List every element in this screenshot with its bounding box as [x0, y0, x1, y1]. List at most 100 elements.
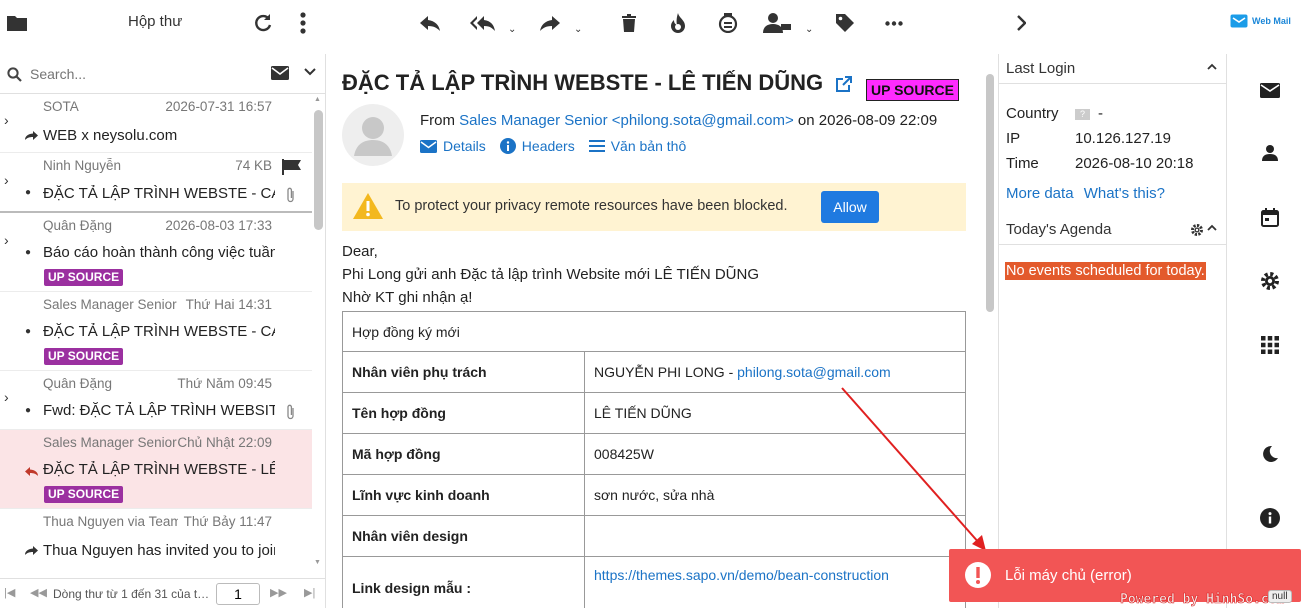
page-number-input[interactable]	[216, 583, 260, 605]
refresh-icon[interactable]	[248, 8, 278, 38]
search-input[interactable]	[30, 64, 260, 84]
contacts-icon[interactable]	[1259, 142, 1281, 164]
forward-caret-icon[interactable]: ⌄	[574, 24, 582, 35]
agenda-title: Today's Agenda	[1006, 221, 1112, 238]
envelope-filter-icon[interactable]	[271, 66, 289, 80]
contacts-caret-icon[interactable]: ⌄	[805, 24, 813, 35]
list-scrollbar[interactable]	[314, 110, 323, 230]
list-item[interactable]: Ninh Nguyễn 74 KB › ● ĐẶC TẢ LẬP TRÌNH W…	[0, 153, 312, 213]
row-value-text: NGUYỄN PHI LONG -	[594, 364, 738, 380]
no-events-message: No events scheduled for today.	[1005, 262, 1206, 280]
list-item[interactable]: Thua Nguyen via Teams Thứ Bảy 11:47 Thua…	[0, 509, 312, 568]
flag-icon[interactable]	[282, 159, 302, 175]
list-item[interactable]: Quân Đặng 2026-08-03 17:33 › ● Báo cáo h…	[0, 213, 312, 292]
message-scrollbar[interactable]	[986, 74, 994, 312]
list-item[interactable]: Quân Đặng Thứ Năm 09:45 › ● Fwd: ĐẶC TẢ …	[0, 371, 312, 430]
time-value: 2026-08-10 20:18	[1075, 155, 1194, 172]
message-subject: Fwd: ĐẶC TẢ LẬP TRÌNH WEBSITE	[43, 402, 275, 419]
null-badge: null	[1268, 590, 1292, 603]
lines-icon	[588, 140, 605, 152]
forward-icon[interactable]	[535, 8, 565, 38]
scroll-up-icon[interactable]: ▲	[314, 96, 321, 103]
list-item[interactable]: Sales Manager Senior Thứ Hai 14:31 ● ĐẶC…	[0, 292, 312, 371]
thread-chevron-icon[interactable]: ›	[4, 389, 9, 405]
message-from: Quân Đặng	[43, 218, 113, 233]
settings-icon[interactable]	[1259, 270, 1281, 292]
external-link-icon[interactable]	[835, 75, 853, 93]
last-page-icon[interactable]: ▶|	[304, 586, 315, 599]
first-page-icon[interactable]: |◀	[4, 586, 15, 599]
collapse-icon[interactable]	[1207, 224, 1217, 231]
dark-mode-icon[interactable]	[1259, 443, 1281, 465]
chevron-right-icon[interactable]	[1006, 8, 1036, 38]
more-icon[interactable]	[879, 8, 909, 38]
tag-icon[interactable]	[830, 8, 860, 38]
message-date: Thứ Bảy 11:47	[183, 514, 272, 529]
collapse-icon[interactable]	[1207, 63, 1217, 70]
plain-text-link[interactable]: Văn bản thô	[588, 138, 687, 154]
message-date: Chủ Nhật 22:09	[177, 435, 272, 450]
message-subject: Thua Nguyen has invited you to join	[43, 542, 275, 559]
attachment-icon	[286, 404, 296, 420]
reply-all-icon[interactable]	[468, 8, 498, 38]
body-line: Phi Long gửi anh Đặc tả lập trình Websit…	[342, 266, 760, 283]
headers-link[interactable]: Headers	[499, 138, 575, 154]
more-vertical-icon[interactable]	[288, 8, 318, 38]
pager-text: Dòng thư từ 1 đến 31 của tổng số	[53, 587, 211, 601]
next-page-icon[interactable]: ▶▶	[270, 586, 287, 599]
message-date: on 2026-08-09 22:09	[797, 112, 938, 129]
country-row: Country ? -	[1006, 105, 1103, 122]
plain-text-label: Văn bản thô	[610, 138, 687, 154]
email-link[interactable]: philong.sota@gmail.com	[737, 364, 891, 380]
reply-all-caret-icon[interactable]: ⌄	[508, 24, 516, 35]
gear-icon[interactable]	[1190, 223, 1204, 237]
sender-link[interactable]: Sales Manager Senior <philong.sota@gmail…	[459, 112, 794, 129]
thread-chevron-icon[interactable]: ›	[4, 112, 9, 128]
search-icon[interactable]	[7, 67, 22, 82]
message-date: 2026-07-31 16:57	[165, 99, 272, 114]
apps-grid-icon[interactable]	[1259, 334, 1281, 356]
list-item[interactable]: SOTA 2026-07-31 16:57 › WEB x neysolu.co…	[0, 94, 312, 153]
details-link[interactable]: Details	[420, 138, 486, 154]
reply-icon[interactable]	[415, 8, 445, 38]
body-line: Nhờ KT ghi nhận ạ!	[342, 289, 473, 306]
message-size: 74 KB	[235, 158, 272, 173]
row-key: Tên hợp đồng	[342, 392, 585, 434]
last-login-header[interactable]: Last Login	[999, 54, 1227, 84]
list-pager: |◀ ◀◀ Dòng thư từ 1 đến 31 của tổng số ▶…	[0, 578, 326, 608]
unread-dot-icon: ●	[25, 405, 32, 416]
message-date: Thứ Hai 14:31	[185, 297, 272, 312]
mail-icon[interactable]	[1259, 79, 1281, 101]
info-icon[interactable]	[1259, 507, 1281, 529]
prev-page-icon[interactable]: ◀◀	[30, 586, 47, 599]
scroll-down-icon[interactable]: ▼	[314, 559, 321, 566]
table-title: Hợp đồng ký mới	[342, 311, 966, 352]
message-subject: ĐẶC TẢ LẬP TRÌNH WEBSTE - CAO...	[43, 185, 275, 202]
country-text: -	[1098, 105, 1103, 122]
delete-icon[interactable]	[614, 8, 644, 38]
design-link[interactable]: https://themes.sapo.vn/demo/bean-constru…	[594, 567, 889, 583]
allow-button[interactable]: Allow	[821, 191, 879, 223]
toast-message: Lỗi máy chủ (error)	[1005, 567, 1132, 584]
calendar-icon[interactable]	[1259, 206, 1281, 228]
contacts-icon[interactable]	[763, 8, 793, 38]
message-from: Quân Đặng	[43, 376, 113, 391]
archive-icon[interactable]	[713, 8, 743, 38]
forwarded-icon	[25, 130, 38, 141]
chevron-down-icon[interactable]	[304, 68, 316, 76]
thread-chevron-icon[interactable]: ›	[4, 172, 9, 188]
message-list-panel: SOTA 2026-07-31 16:57 › WEB x neysolu.co…	[0, 54, 326, 608]
flame-icon[interactable]	[663, 8, 693, 38]
brand-logo[interactable]: Web Mail	[1230, 14, 1291, 28]
message-subject: ĐẶC TẢ LẬP TRÌNH WEBSTE - CAO...	[43, 323, 275, 340]
contract-table: Hợp đồng ký mới Nhân viên phụ trách NGUY…	[342, 311, 966, 608]
list-item-selected[interactable]: Sales Manager Senior Chủ Nhật 22:09 ĐẶC …	[0, 430, 312, 509]
agenda-header[interactable]: Today's Agenda	[999, 215, 1227, 245]
country-value: ? -	[1075, 105, 1103, 122]
row-value: 008425W	[584, 433, 966, 475]
row-key: Lĩnh vực kinh doanh	[342, 474, 585, 516]
folder-icon[interactable]	[2, 8, 32, 38]
more-data-link[interactable]: More data	[1006, 185, 1074, 202]
thread-chevron-icon[interactable]: ›	[4, 232, 9, 248]
whats-this-link[interactable]: What's this?	[1084, 185, 1165, 202]
